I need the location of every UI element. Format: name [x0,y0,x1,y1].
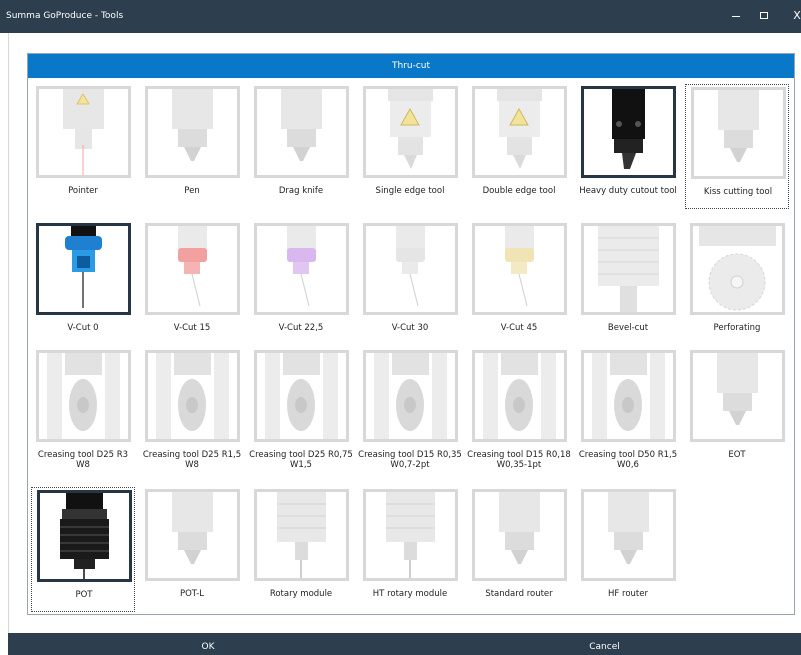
tool-tile[interactable]: Double edge tool [467,84,571,209]
tool-label: Creasing tool D25 R1,5 W8 [142,450,242,470]
tool-tile[interactable]: EOT [685,348,789,473]
tool-label: Double edge tool [482,186,556,196]
pot-l-icon [145,489,240,581]
thru-cut-panel: Thru-cut Pointer Pen Drag knife Single edge… [27,53,795,615]
tool-label: Rotary module [269,589,333,599]
tool-label: Creasing tool D15 R0,35 W0,7-2pt [358,450,462,470]
tool-tile[interactable]: Creasing tool D25 R1,5 W8 [140,348,244,473]
creasing-tool-icon [145,350,240,442]
pen-icon [145,86,240,178]
v-cut-15-icon [145,223,240,315]
tool-tile[interactable]: Creasing tool D15 R0,18 W0,35-1pt [467,348,571,473]
tool-tile[interactable]: V-Cut 15 [140,221,244,346]
tool-label: Pointer [68,186,98,196]
tool-tile[interactable]: Pen [140,84,244,209]
tool-label: EOT [728,450,746,460]
tool-label: Pen [184,186,200,196]
perforating-icon [690,223,785,315]
creasing-tool-icon [472,350,567,442]
maximize-icon [760,12,768,19]
tool-label: Perforating [713,323,761,333]
tool-label: POT [75,590,93,600]
creasing-tool-icon [36,350,131,442]
tool-tile[interactable]: Bevel-cut [576,221,680,346]
pot-icon [37,490,132,582]
tool-label: POT-L [179,589,205,599]
tool-tile[interactable]: Creasing tool D50 R1,5 W0,6 [576,348,680,473]
eot-icon [690,350,785,442]
tool-tile[interactable]: POT-L [140,487,244,612]
tool-tile[interactable]: Creasing tool D25 R3 W8 [31,348,135,473]
tool-tile[interactable]: Creasing tool D25 R0,75 W1,5 [249,348,353,473]
tool-tile[interactable]: Single edge tool [358,84,462,209]
creasing-tool-icon [363,350,458,442]
tool-tile[interactable]: Heavy duty cutout tool [576,84,680,209]
tool-label: Standard router [485,589,553,599]
rotary-module-icon [254,489,349,581]
tool-label: HF router [608,589,648,599]
panel-header: Thru-cut [28,54,794,78]
bevel-cut-icon [581,223,676,315]
tool-tile[interactable]: Rotary module [249,487,353,612]
tool-tile[interactable]: POT [31,487,135,612]
window-title: Summa GoProduce - Tools [6,11,124,21]
ht-rotary-module-icon [363,489,458,581]
hf-router-icon [581,489,676,581]
tool-label: V-Cut 0 [67,323,99,333]
close-button[interactable]: X [789,8,801,24]
tool-label: V-Cut 30 [391,323,429,333]
tool-label: HT rotary module [372,589,448,599]
tool-tile[interactable]: Pointer [31,84,135,209]
tool-label: V-Cut 22,5 [278,323,324,333]
tool-tile[interactable]: Standard router [467,487,571,612]
kiss-cutting-tool-icon [691,87,786,179]
tool-label: Creasing tool D25 R3 W8 [37,450,129,470]
tool-label: Kiss cutting tool [703,187,773,197]
v-cut-0-icon [36,223,131,315]
v-cut-45-icon [472,223,567,315]
tool-tile[interactable]: V-Cut 30 [358,221,462,346]
tool-tile[interactable]: V-Cut 22,5 [249,221,353,346]
tool-label: Creasing tool D15 R0,18 W0,35-1pt [467,450,571,470]
tool-label: Heavy duty cutout tool [579,186,677,196]
tool-label: Creasing tool D50 R1,5 W0,6 [578,450,678,470]
tool-label: V-Cut 45 [500,323,538,333]
tool-tile[interactable]: V-Cut 45 [467,221,571,346]
tool-tile[interactable]: V-Cut 0 [31,221,135,346]
tool-tile[interactable]: Kiss cutting tool [685,84,789,209]
tool-grid: Pointer Pen Drag knife Single edge tool Doub… [31,84,791,612]
tool-tile[interactable]: HF router [576,487,680,612]
ok-button[interactable]: OK [8,633,408,655]
single-edge-tool-icon [363,86,458,178]
tool-tile[interactable]: Drag knife [249,84,353,209]
pointer-icon [36,86,131,178]
tool-label: Single edge tool [375,186,445,196]
cancel-button[interactable]: Cancel [408,633,801,655]
tool-tile[interactable]: Perforating [685,221,789,346]
tool-label: V-Cut 15 [173,323,211,333]
tool-tile[interactable]: HT rotary module [358,487,462,612]
tool-label: Creasing tool D25 R0,75 W1,5 [249,450,353,470]
button-bar: OK Cancel [8,633,801,655]
maximize-button[interactable] [756,8,772,24]
heavy-duty-cutout-tool-icon [581,86,676,178]
double-edge-tool-icon [472,86,567,178]
tool-tile[interactable]: Creasing tool D15 R0,35 W0,7-2pt [358,348,462,473]
creasing-tool-icon [254,350,349,442]
minimize-button[interactable] [728,8,744,24]
v-cut-22-5-icon [254,223,349,315]
minimize-icon [732,16,740,17]
title-bar: Summa GoProduce - Tools X [0,0,801,33]
drag-knife-icon [254,86,349,178]
standard-router-icon [472,489,567,581]
tool-label: Drag knife [278,186,324,196]
tool-label: Bevel-cut [607,323,649,333]
creasing-tool-icon [581,350,676,442]
v-cut-30-icon [363,223,458,315]
